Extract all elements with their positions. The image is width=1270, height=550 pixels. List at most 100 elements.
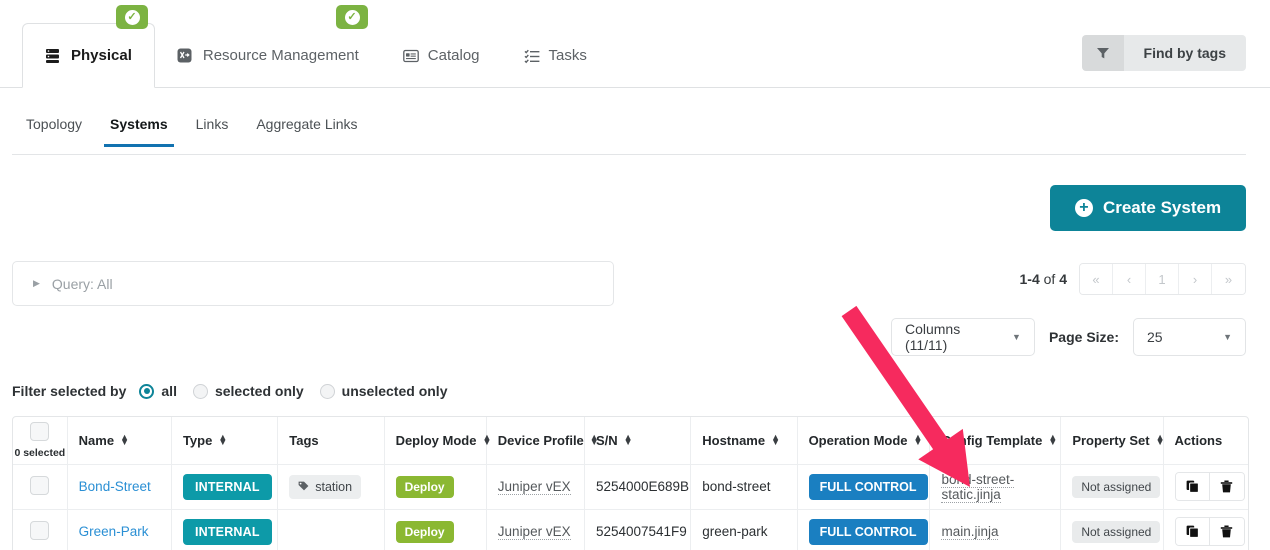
filter-selected-by-label: Filter selected by [12,383,126,399]
device-profile-link[interactable]: Juniper vEX [498,479,571,495]
filter-option-unselected-only[interactable]: unselected only [320,383,448,399]
radio-icon-unselected-only[interactable] [320,384,335,399]
column-label: Actions [1175,433,1223,448]
sub-tab-topology[interactable]: Topology [12,113,96,146]
radio-icon-selected-only[interactable] [193,384,208,399]
sort-icon[interactable]: ▲▼ [624,435,633,446]
pagination-next-button[interactable]: › [1179,264,1212,294]
sub-tab-aggregate-links[interactable]: Aggregate Links [242,113,371,146]
tag-chip[interactable]: station [289,475,361,499]
server-stack-icon [45,47,62,64]
columns-dropdown[interactable]: Columns (11/11) ▼ [891,318,1035,356]
select-all-header[interactable]: 0 selected [13,417,67,464]
filter-option-label: unselected only [342,383,448,399]
status-badge-physical: ✓ [116,5,148,29]
clone-icon[interactable] [1176,473,1210,500]
pagination-prev-button[interactable]: ‹ [1113,264,1146,294]
delete-trash-icon[interactable] [1210,473,1244,500]
top-tab-resource-management[interactable]: Resource Management [155,23,381,88]
tag-label: station [315,480,352,494]
column-header-config-template[interactable]: Config Template▲▼ [930,417,1061,464]
page-size-value: 25 [1147,329,1163,345]
find-by-tags-button[interactable]: Find by tags [1082,35,1246,71]
column-header-hostname[interactable]: Hostname▲▼ [691,417,797,464]
pagination-range-start: 1-4 [1020,271,1040,287]
deploy-mode-badge: Deploy [396,521,454,543]
cell-name: Bond-Street [67,464,171,509]
cell-property-set: Not assigned [1061,464,1163,509]
sort-icon[interactable]: ▲▼ [482,435,491,446]
column-header-type[interactable]: Type▲▼ [171,417,277,464]
pagination-first-button[interactable]: « [1080,264,1113,294]
task-list-icon [524,48,540,64]
column-header-tags[interactable]: Tags [278,417,384,464]
column-header-operation-mode[interactable]: Operation Mode▲▼ [797,417,930,464]
page-size-dropdown[interactable]: 25 ▼ [1133,318,1246,356]
device-profile-link[interactable]: Juniper vEX [498,524,571,540]
top-tab-label: Tasks [549,47,587,64]
row-select-cell[interactable] [13,509,67,550]
column-header-device-profile[interactable]: Device Profile▲▼ [486,417,584,464]
pagination-range: 1-4 of 4 [1020,271,1068,287]
query-label: Query: All [52,276,113,292]
cell-type: INTERNAL [171,464,277,509]
column-header-serial[interactable]: S/N ▲▼ [584,417,690,464]
filter-option-label: all [161,383,177,399]
cell-serial: 5254007541F9 [584,509,690,550]
table-controls: Columns (11/11) ▼ Page Size: 25 ▼ [891,318,1246,356]
row-actions [1175,472,1245,501]
sort-icon[interactable]: ▲▼ [914,435,923,446]
query-bar[interactable]: ▶ Query: All [12,261,614,306]
columns-dropdown-label: Columns (11/11) [905,321,996,353]
row-checkbox[interactable] [30,521,49,540]
pagination: 1-4 of 4 « ‹ 1 › » [1020,263,1247,295]
find-by-tags-label: Find by tags [1124,35,1246,71]
cell-actions [1163,509,1248,550]
sub-tab-links[interactable]: Links [182,113,243,146]
create-system-button[interactable]: + Create System [1050,185,1246,231]
sort-icon[interactable]: ▲▼ [1156,435,1165,446]
sort-icon[interactable]: ▲▼ [771,435,780,446]
system-name-link[interactable]: Bond-Street [79,479,151,494]
column-header-deploy-mode[interactable]: Deploy Mode▲▼ [384,417,486,464]
sub-tab-systems[interactable]: Systems [96,113,182,146]
filter-option-all[interactable]: all [139,383,177,399]
create-system-label: Create System [1103,198,1221,218]
table-row: Bond-Street INTERNAL station Deploy Juni… [13,464,1248,509]
clone-icon[interactable] [1176,518,1210,545]
row-checkbox[interactable] [30,476,49,495]
sort-icon[interactable]: ▲▼ [120,435,129,446]
systems-table: 0 selected Name▲▼ Type▲▼ Tags Deploy Mod… [12,416,1249,550]
property-set-badge: Not assigned [1072,476,1160,498]
radio-icon-all[interactable] [139,384,154,399]
cell-hostname: green-park [691,509,797,550]
column-label: S/N [596,433,618,448]
sort-icon[interactable]: ▲▼ [1048,435,1057,446]
filter-funnel-icon [1082,35,1124,71]
row-select-cell[interactable] [13,464,67,509]
config-template-link[interactable]: main.jinja [941,524,998,540]
pagination-last-button[interactable]: » [1212,264,1245,294]
top-tab-physical[interactable]: Physical [22,23,155,88]
pagination-buttons: « ‹ 1 › » [1079,263,1246,295]
column-header-property-set[interactable]: Property Set ▲▼ [1061,417,1163,464]
column-label: Device Profile [498,433,584,448]
status-badge-resource-management: ✓ [336,5,368,29]
sort-icon[interactable]: ▲▼ [218,435,227,446]
system-name-link[interactable]: Green-Park [79,524,149,539]
pagination-page-1-button[interactable]: 1 [1146,264,1179,294]
filter-option-selected-only[interactable]: selected only [193,383,304,399]
select-all-checkbox[interactable] [30,422,49,441]
top-tab-tasks[interactable]: Tasks [502,23,609,88]
column-label: Property Set [1072,433,1149,448]
cell-config-template: bond-street-static.jinja [930,464,1061,509]
pagination-range-mid: of [1040,271,1059,287]
config-template-link[interactable]: bond-street-static.jinja [941,472,1014,503]
delete-trash-icon[interactable] [1210,518,1244,545]
chevron-down-icon: ▼ [1012,332,1021,342]
top-tab-catalog[interactable]: Catalog [381,23,502,88]
table-header-row: 0 selected Name▲▼ Type▲▼ Tags Deploy Mod… [13,417,1248,464]
top-navigation-bar: Physical Resource Management [0,0,1270,88]
column-header-name[interactable]: Name▲▼ [67,417,171,464]
column-label: Tags [289,433,318,448]
